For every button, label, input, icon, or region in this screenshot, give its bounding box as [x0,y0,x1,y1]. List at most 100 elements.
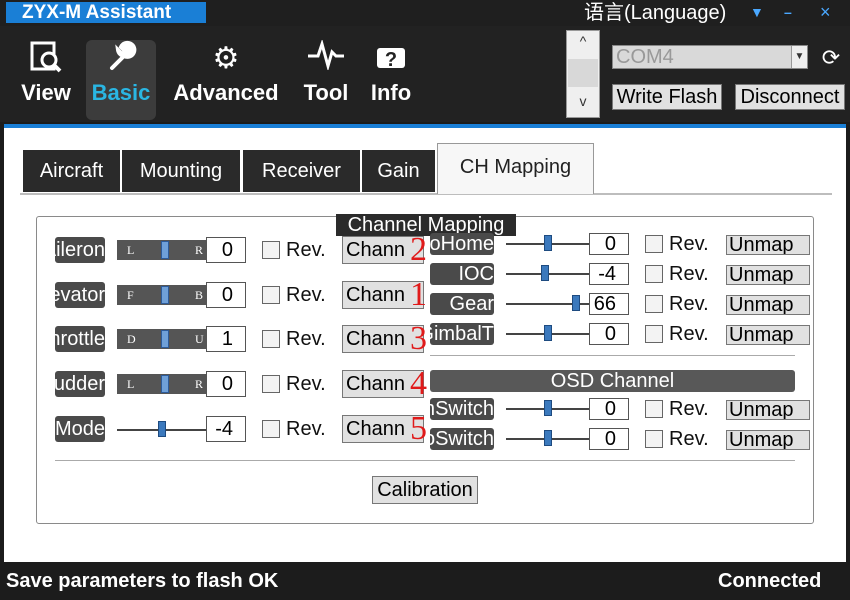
channel-label-aileron: Aileron [55,237,105,263]
toolbar-scrollbar[interactable]: ^ v [566,30,600,118]
autohome-unmap-button[interactable]: Unmap [726,235,810,255]
gimbal-unmap-button[interactable]: Unmap [726,325,810,345]
indicator-knob [161,241,169,259]
toolbar-label: Tool [303,80,349,105]
channel-label-throttle: Throttle [55,326,105,352]
gimbal-value[interactable]: 0 [589,323,629,345]
channel-label-gimbal: GimbalT [430,323,494,345]
rev-label: Rev. [286,284,326,306]
gimbal-slider-thumb[interactable] [544,325,552,341]
write-flash-button[interactable]: Write Flash [612,84,722,110]
throttle-value[interactable]: 1 [206,326,246,352]
ioc-slider-thumb[interactable] [541,265,550,281]
channel-number: 1 [410,276,427,313]
channel-number: 2 [410,231,427,268]
channel-label-ioc: IOC [430,263,494,285]
ioc-unmap-button[interactable]: Unmap [726,265,810,285]
toolbar-view-button[interactable]: View [14,40,78,120]
rev-label: Rev. [286,373,326,395]
aileron-rev-checkbox[interactable] [262,241,280,259]
tab-aircraft[interactable]: Aircraft [23,150,120,192]
lr-right-label: R [195,243,204,257]
lr-left-label: F [127,288,134,302]
rev-label: Rev. [669,293,709,315]
throttle-rev-checkbox[interactable] [262,330,280,348]
toolbar-basic-button[interactable]: Basic [86,40,156,120]
tab-ch-mapping[interactable]: CH Mapping [437,143,594,194]
osd-channel-header: OSD Channel [430,370,795,392]
gear-rev-checkbox[interactable] [645,295,663,313]
info-icon: ? [364,40,418,78]
close-icon[interactable]: × [820,2,831,22]
videoswitch-slider-thumb[interactable] [544,430,552,446]
rev-label: Rev. [669,323,709,345]
toolbar-label: Info [370,80,412,105]
scroll-thumb[interactable] [568,59,598,87]
throttle-du-indicator: D U [117,329,207,349]
lr-right-label: U [195,332,204,346]
svg-text:?: ? [385,49,397,71]
chevron-down-icon[interactable]: ▼ [791,46,807,68]
language-button[interactable]: 语言(Language) [584,1,726,25]
elevator-rev-checkbox[interactable] [262,286,280,304]
scroll-up-icon[interactable]: ^ [567,33,599,49]
status-message: Save parameters to flash OK [6,570,279,592]
autohome-rev-checkbox[interactable] [645,235,663,253]
camswitch-slider-thumb[interactable] [544,400,552,416]
wrench-icon [86,40,156,78]
rudder-lr-indicator: L R [117,374,207,394]
ioc-value[interactable]: -4 [589,263,629,285]
toolbar-tool-button[interactable]: Tool [298,38,354,120]
aileron-lr-indicator: L R [117,240,207,260]
toolbar-label: Basic [91,80,151,105]
disconnect-button[interactable]: Disconnect [735,84,845,110]
toolbar-info-button[interactable]: ? Info [364,40,418,120]
toolbar-label: Advanced [173,80,279,105]
rev-label: Rev. [669,428,709,450]
ioc-rev-checkbox[interactable] [645,265,663,283]
videoswitch-rev-checkbox[interactable] [645,430,663,448]
autohome-value[interactable]: 0 [589,233,629,255]
channel-label-rudder: Rudder [55,371,105,397]
tab-receiver[interactable]: Receiver [243,150,360,192]
autohome-slider-thumb[interactable] [544,235,552,251]
elevator-value[interactable]: 0 [206,282,246,308]
gear-value[interactable]: 66 [589,293,629,315]
rev-label: Rev. [286,239,326,261]
rev-label: Rev. [669,398,709,420]
lr-right-label: R [195,377,204,391]
aileron-value[interactable]: 0 [206,237,246,263]
tab-gain[interactable]: Gain [362,150,435,192]
lr-right-label: B [195,288,204,302]
gear-slider-thumb[interactable] [571,295,580,311]
rev-label: Rev. [286,418,326,440]
gear-icon: ⚙ [212,42,240,75]
lr-left-label: L [127,243,135,257]
rudder-rev-checkbox[interactable] [262,375,280,393]
rudder-value[interactable]: 0 [206,371,246,397]
pulse-icon [298,38,354,78]
minimize-icon[interactable]: – [784,2,792,22]
camswitch-value[interactable]: 0 [589,398,629,420]
camswitch-rev-checkbox[interactable] [645,400,663,418]
calibration-button[interactable]: Calibration [372,476,478,504]
scroll-down-icon[interactable]: v [567,93,599,109]
channel-number: 3 [410,320,427,357]
connection-status: Connected [718,570,822,592]
toolbar-advanced-button[interactable]: ⚙ Advanced [166,40,286,120]
refresh-icon[interactable]: ⟳ [818,45,844,71]
camswitch-unmap-button[interactable]: Unmap [726,400,810,420]
tab-mounting[interactable]: Mounting [122,150,240,192]
gear-unmap-button[interactable]: Unmap [726,295,810,315]
channel-label-videoswitch: VidoSwitch [430,428,494,450]
menu-dropdown-icon[interactable]: ▼ [750,2,764,22]
mode-value[interactable]: -4 [206,416,246,442]
mode-rev-checkbox[interactable] [262,420,280,438]
channel-label-elevator: Elevator [55,282,105,308]
mode-slider-thumb[interactable] [158,421,166,437]
separator [55,460,795,461]
gimbal-rev-checkbox[interactable] [645,325,663,343]
videoswitch-unmap-button[interactable]: Unmap [726,430,810,450]
videoswitch-value[interactable]: 0 [589,428,629,450]
com-port-select[interactable]: COM4 ▼ [612,45,808,69]
